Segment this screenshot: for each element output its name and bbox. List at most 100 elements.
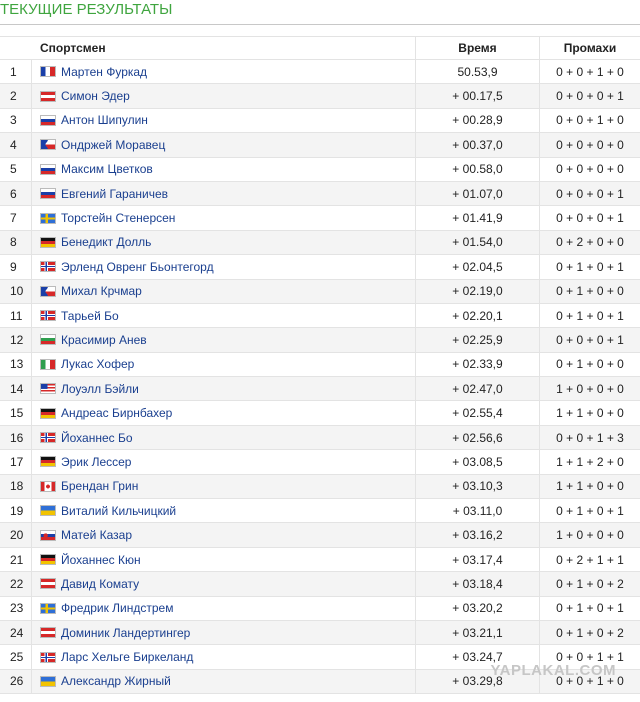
athlete-link[interactable]: Доминик Ландертингер — [61, 626, 190, 640]
table-row: 24 Доминик Ландертингер + 03.21,1 0 + 1 + 0… — [0, 620, 640, 646]
table-row: 10 Михал Крчмар + 02.19,0 0 + 1 + 0 + 0 — [0, 279, 640, 304]
athlete-link[interactable]: Бенедикт Долль — [61, 235, 151, 249]
athlete-link[interactable]: Ларс Хельге Биркеланд — [61, 650, 193, 664]
athlete-cell: Давид Комату — [32, 572, 416, 596]
athlete-link[interactable]: Фредрик Линдстрем — [61, 601, 173, 615]
rank-cell: 4 — [0, 133, 32, 157]
athlete-link[interactable]: Лоуэлл Бэйли — [61, 382, 139, 396]
athlete-link[interactable]: Тарьей Бо — [61, 309, 119, 323]
time-cell: + 03.21,1 — [416, 620, 540, 645]
sweden-flag-icon — [40, 212, 56, 224]
rank-cell: 6 — [0, 181, 32, 206]
athlete-cell: Брендан Грин — [32, 474, 416, 499]
misses-cell: 1 + 1 + 0 + 0 — [556, 406, 624, 421]
norway-flag-icon — [40, 310, 56, 322]
athlete-link[interactable]: Антон Шипулин — [61, 113, 148, 127]
table-row: 19 Виталий Кильчицкий + 03.11,0 0 + 1 + 0 +… — [0, 499, 640, 524]
rank-cell: 21 — [0, 547, 32, 572]
athlete-link[interactable]: Матей Казар — [61, 528, 132, 542]
misses-cell: 0 + 2 + 1 + 1 — [556, 552, 624, 567]
rank-cell: 26 — [0, 669, 32, 694]
athlete-link[interactable]: Давид Комату — [61, 577, 139, 591]
misses-cell: 0 + 0 + 0 + 1 — [556, 89, 624, 104]
athlete-link[interactable]: Лукас Хофер — [61, 357, 134, 371]
time-cell: + 03.10,3 — [416, 474, 540, 499]
athlete-cell: Бенедикт Долль — [32, 230, 416, 255]
table-row: 2 Симон Эдер + 00.17,5 0 + 0 + 0 + 1 — [0, 84, 640, 109]
athlete-link[interactable]: Красимир Анев — [61, 333, 147, 347]
misses-cell: 0 + 0 + 0 + 1 — [556, 211, 624, 226]
athlete-link[interactable]: Йоханнес Бо — [61, 431, 133, 445]
rank-cell: 3 — [0, 108, 32, 133]
time-cell: + 01.07,0 — [416, 181, 540, 206]
slovakia-flag-icon — [40, 529, 56, 541]
rank-cell: 14 — [0, 377, 32, 401]
athlete-cell: Фредрик Линдстрем — [32, 596, 416, 620]
rank-cell: 10 — [0, 279, 32, 303]
time-cell: + 03.17,4 — [416, 547, 540, 572]
athlete-link[interactable]: Эрик Лессер — [61, 455, 131, 469]
misses-cell: 0 + 0 + 0 + 0 — [556, 137, 624, 152]
athlete-link[interactable]: Мартен Фуркад — [61, 65, 147, 79]
athlete-link[interactable]: Йоханнес Кюн — [61, 553, 141, 567]
athlete-link[interactable]: Торстейн Стенерсен — [61, 211, 175, 225]
rank-cell: 18 — [0, 474, 32, 499]
athlete-link[interactable]: Евгений Гараничев — [61, 187, 168, 201]
time-cell: + 03.08,5 — [416, 450, 540, 474]
misses-cell: 1 + 0 + 0 + 0 — [556, 528, 624, 543]
austria-flag-icon — [40, 578, 56, 590]
table-row: 7 Торстейн Стенерсен + 01.41,9 0 + 0 + 0 + … — [0, 206, 640, 231]
bulgaria-flag-icon — [40, 334, 56, 346]
results-table: Спортсмен Время Промахи 1 Мартен Фуркад 50… — [0, 36, 640, 695]
title-divider — [0, 24, 640, 25]
rank-cell: 15 — [0, 401, 32, 425]
time-cell: + 02.47,0 — [416, 377, 540, 401]
time-cell: + 02.55,4 — [416, 401, 540, 425]
misses-cell: 0 + 0 + 0 + 1 — [556, 186, 624, 201]
athlete-link[interactable]: Михал Крчмар — [61, 284, 142, 298]
athlete-link[interactable]: Виталий Кильчицкий — [61, 504, 176, 518]
italy-flag-icon — [40, 358, 56, 370]
misses-cell: 0 + 1 + 0 + 1 — [556, 503, 624, 518]
france-flag-icon — [40, 66, 56, 78]
norway-flag-icon — [40, 261, 56, 273]
athlete-cell: Александр Жирный — [32, 669, 416, 694]
athlete-cell: Матей Казар — [32, 523, 416, 547]
misses-cell: 1 + 1 + 2 + 0 — [556, 454, 624, 469]
russia-flag-icon — [40, 188, 56, 200]
table-row: 20 Матей Казар + 03.16,2 1 + 0 + 0 + 0 — [0, 523, 640, 548]
table-row: 11 Тарьей Бо + 02.20,1 0 + 1 + 0 + 1 — [0, 303, 640, 329]
rank-cell: 19 — [0, 499, 32, 523]
table-row: 4 Ондржей Моравец + 00.37,0 0 + 0 + 0 + 0 — [0, 133, 640, 158]
russia-flag-icon — [40, 114, 56, 126]
rank-cell: 7 — [0, 206, 32, 230]
table-row: 14 Лоуэлл Бэйли + 02.47,0 1 + 0 + 0 + 0 — [0, 377, 640, 402]
athlete-link[interactable]: Ондржей Моравец — [61, 138, 165, 152]
table-row: 22 Давид Комату + 03.18,4 0 + 1 + 0 + 2 — [0, 572, 640, 597]
athlete-link[interactable]: Эрленд Овренг Бьонтегорд — [61, 260, 214, 274]
time-cell: + 02.25,9 — [416, 328, 540, 352]
athlete-link[interactable]: Максим Цветков — [61, 162, 153, 176]
athlete-link[interactable]: Брендан Грин — [61, 479, 138, 493]
rank-cell: 22 — [0, 572, 32, 596]
rank-cell: 17 — [0, 450, 32, 474]
ukraine-flag-icon — [40, 675, 56, 687]
time-cell: 50.53,9 — [416, 60, 540, 84]
table-row: 23 Фредрик Линдстрем + 03.20,2 0 + 1 + 0 + … — [0, 596, 640, 621]
athlete-link[interactable]: Александр Жирный — [61, 674, 171, 688]
norway-flag-icon — [40, 432, 56, 444]
athlete-link[interactable]: Андреас Бирнбахер — [61, 406, 172, 420]
austria-flag-icon — [40, 627, 56, 639]
watermark: YAPLAKAL.COM — [490, 662, 616, 679]
misses-cell: 1 + 0 + 0 + 0 — [556, 381, 624, 396]
rank-cell: 20 — [0, 523, 32, 547]
header-time: Время — [416, 37, 540, 59]
header-misses: Промахи — [563, 41, 617, 55]
rank-cell: 11 — [0, 303, 32, 328]
canada-flag-icon — [40, 480, 56, 492]
misses-cell: 0 + 0 + 1 + 0 — [556, 113, 624, 128]
table-body: 1 Мартен Фуркад 50.53,9 0 + 0 + 1 + 0 2 Симон… — [0, 60, 640, 695]
table-row: 18 Брендан Грин + 03.10,3 1 + 1 + 0 + 0 — [0, 474, 640, 500]
athlete-link[interactable]: Симон Эдер — [61, 89, 130, 103]
czech-flag-icon — [40, 285, 56, 297]
